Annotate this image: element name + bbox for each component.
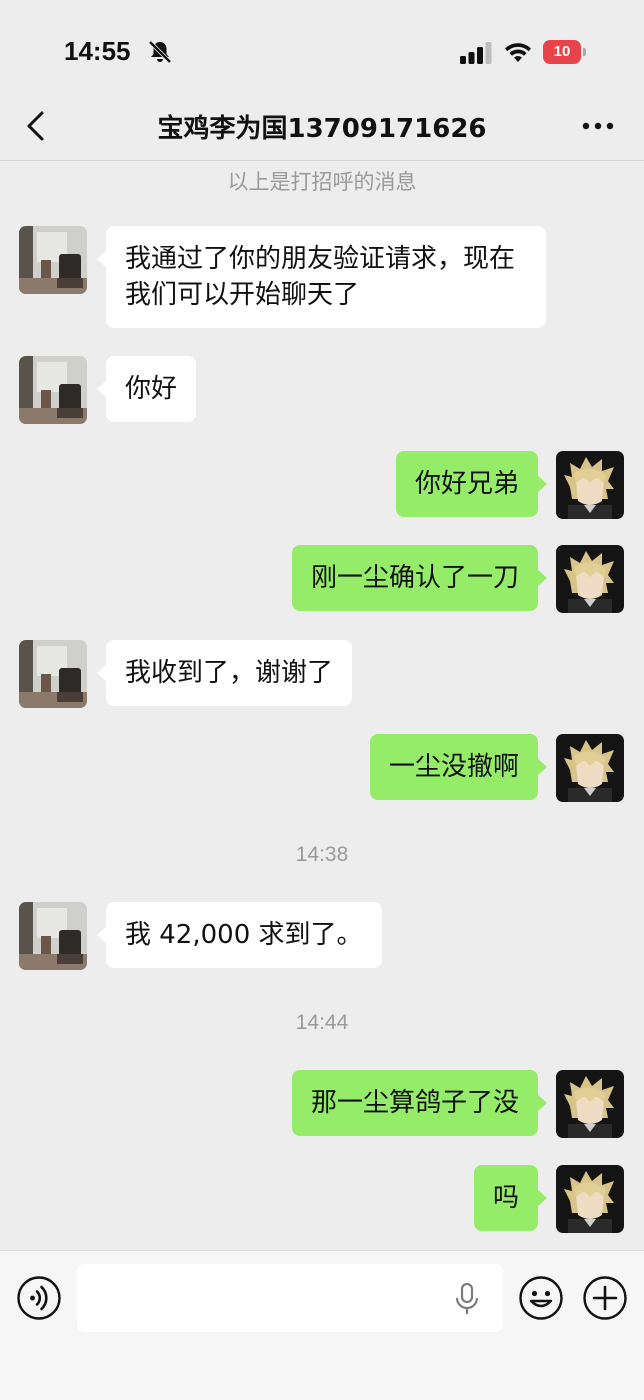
bell-slash-icon bbox=[148, 40, 172, 64]
mic-icon[interactable] bbox=[454, 1282, 480, 1316]
my-avatar[interactable] bbox=[556, 545, 624, 613]
contact-avatar-image bbox=[19, 356, 87, 424]
system-note: 以上是打招呼的消息 bbox=[227, 170, 417, 194]
timestamp: 14:44 bbox=[295, 1011, 349, 1034]
emoji-icon[interactable] bbox=[518, 1275, 564, 1321]
message-bubble-outgoing[interactable]: 一尘没撤啊 bbox=[369, 734, 548, 800]
voice-icon[interactable] bbox=[16, 1275, 62, 1321]
input-bar bbox=[0, 1250, 644, 1400]
plus-icon[interactable] bbox=[582, 1275, 628, 1321]
wifi-icon bbox=[505, 43, 531, 62]
status-time: 14:55 bbox=[64, 36, 131, 66]
my-avatar-image bbox=[556, 451, 624, 519]
contact-avatar-image bbox=[19, 226, 87, 294]
message-bubble-incoming[interactable]: 我收到了，谢谢了 bbox=[96, 640, 353, 706]
chat-title: 宝鸡李为国13709171626 bbox=[157, 114, 487, 144]
contact-avatar-image bbox=[19, 640, 87, 708]
my-avatar-image bbox=[556, 545, 624, 613]
battery-cap bbox=[583, 48, 586, 56]
my-avatar-image bbox=[556, 1070, 624, 1138]
message-bubble-outgoing[interactable]: 你好兄弟 bbox=[395, 451, 548, 517]
contact-avatar[interactable] bbox=[19, 356, 87, 424]
contact-avatar-image bbox=[19, 902, 87, 970]
message-bubble-incoming[interactable]: 我 42,000 求到了。 bbox=[97, 902, 382, 968]
back-chevron-icon[interactable] bbox=[22, 110, 50, 142]
message-bubble-outgoing[interactable]: 刚一尘确认了一刀 bbox=[291, 545, 548, 611]
more-dots-icon[interactable] bbox=[578, 114, 618, 138]
message-bubble-outgoing[interactable]: 吗 bbox=[473, 1165, 548, 1231]
message-bubble-incoming[interactable]: 我通过了你的朋友验证请求，现在我们可以开始聊天了 bbox=[97, 226, 546, 328]
message-input[interactable] bbox=[77, 1264, 503, 1332]
my-avatar-image bbox=[556, 734, 624, 802]
nav-divider bbox=[0, 160, 644, 161]
contact-avatar[interactable] bbox=[19, 902, 87, 970]
my-avatar-image bbox=[556, 1165, 624, 1233]
signal-icon bbox=[460, 42, 492, 64]
nav-bar: 宝鸡李为国13709171626 bbox=[0, 100, 644, 160]
message-bubble-incoming[interactable]: 你好 bbox=[96, 356, 197, 422]
my-avatar[interactable] bbox=[556, 734, 624, 802]
my-avatar[interactable] bbox=[556, 1165, 624, 1233]
battery-icon: 10 bbox=[543, 40, 581, 64]
my-avatar[interactable] bbox=[556, 1070, 624, 1138]
message-bubble-outgoing[interactable]: 那一尘算鸽子了没 bbox=[291, 1070, 548, 1136]
status-bar: 14:55 10 bbox=[0, 0, 644, 100]
timestamp: 14:38 bbox=[295, 843, 349, 866]
my-avatar[interactable] bbox=[556, 451, 624, 519]
contact-avatar[interactable] bbox=[19, 226, 87, 294]
battery-level: 10 bbox=[553, 43, 571, 60]
contact-avatar[interactable] bbox=[19, 640, 87, 708]
